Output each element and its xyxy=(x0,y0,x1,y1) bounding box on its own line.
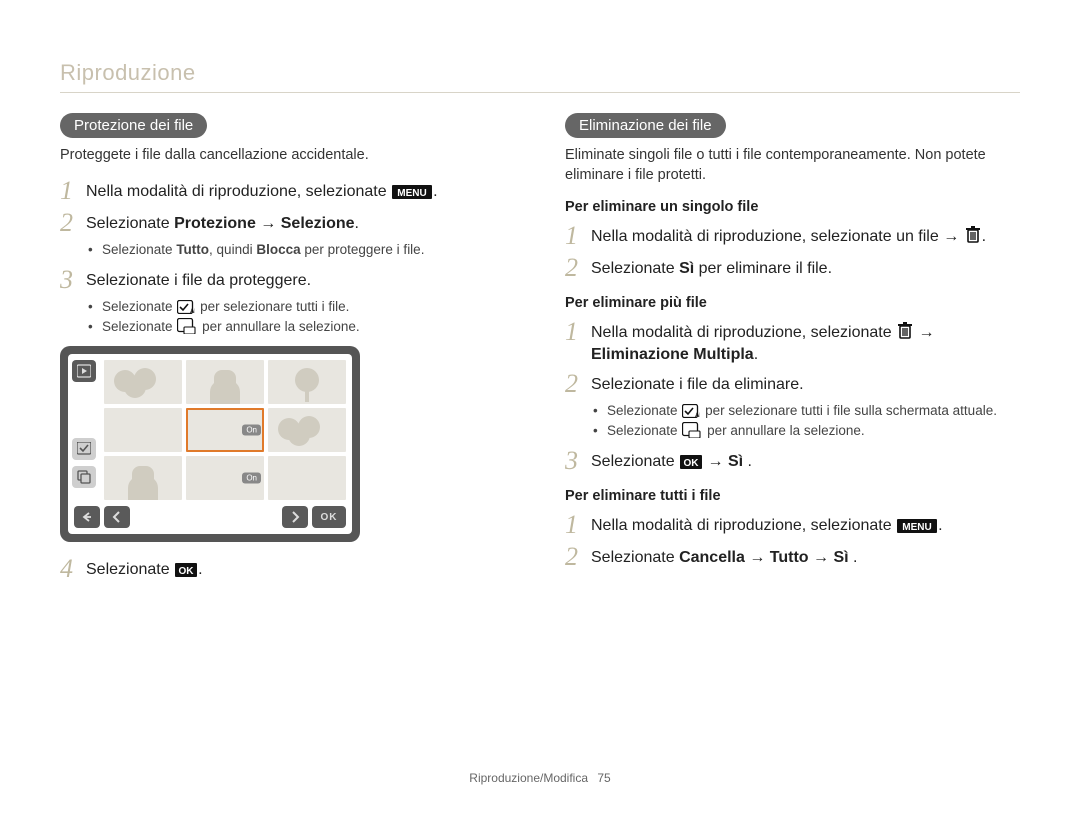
step-text: Selezionate Cancella → Tutto → Sì . xyxy=(591,544,1020,570)
step-number: 2 xyxy=(565,255,591,281)
content-columns: Protezione dei file Proteggete i file da… xyxy=(60,113,1020,586)
deselect-icon xyxy=(682,422,702,438)
heading-multi-file: Per eliminare più file xyxy=(565,295,1020,311)
pill-eliminazione: Eliminazione dei file xyxy=(565,113,726,138)
list-item: Selezionate per selezionare tutti i file… xyxy=(593,401,1020,421)
thumb-side-buttons xyxy=(72,360,96,488)
ok-icon xyxy=(175,563,197,577)
footer-section: Riproduzione/Modifica xyxy=(469,771,588,785)
list-item: Selezionate per selezionare tutti i file… xyxy=(88,297,515,317)
thumb-cell-selected: On xyxy=(186,408,264,452)
thumb-cell: On xyxy=(186,456,264,500)
steps-single: 1 Nella modalità di riproduzione, selezi… xyxy=(565,223,1020,281)
right-arrow-icon xyxy=(282,506,308,528)
deselect-icon xyxy=(72,466,96,488)
steps-protezione-cont: 3 Selezionate i file da proteggere. xyxy=(60,267,515,293)
sub-bullets: Selezionate Tutto, quindi Blocca per pro… xyxy=(60,240,515,260)
thumb-bottom-bar: OK xyxy=(74,506,346,528)
pill-protezione: Protezione dei file xyxy=(60,113,207,138)
header-divider xyxy=(60,92,1020,93)
step-number: 1 xyxy=(60,178,86,204)
step-text: Selezionate i file da proteggere. xyxy=(86,267,515,293)
steps-multi: 1 Nella modalità di riproduzione, selezi… xyxy=(565,319,1020,397)
list-item: 3 Selezionate i file da proteggere. xyxy=(60,267,515,293)
page-number: 75 xyxy=(597,771,610,785)
footer: Riproduzione/Modifica 75 xyxy=(0,771,1080,785)
step-number: 1 xyxy=(565,512,591,538)
thumb-cell xyxy=(268,360,346,404)
list-item: 2 Selezionate Sì per eliminare il file. xyxy=(565,255,1020,281)
list-item: 2 Selezionate Cancella → Tutto → Sì . xyxy=(565,544,1020,570)
menu-icon xyxy=(392,185,432,199)
steps-protezione-end: 4 Selezionate . xyxy=(60,556,515,582)
list-item: Selezionate per annullare la selezione. xyxy=(593,421,1020,441)
trash-icon xyxy=(897,322,913,340)
list-item: Selezionate per annullare la selezione. xyxy=(88,317,515,337)
steps-protezione: 1 Nella modalità di riproduzione, selezi… xyxy=(60,178,515,236)
list-item: 1 Nella modalità di riproduzione, selezi… xyxy=(565,512,1020,538)
step-number: 2 xyxy=(565,371,591,397)
thumb-grid: On On xyxy=(104,360,346,500)
thumb-cell xyxy=(104,456,182,500)
thumb-cell xyxy=(104,360,182,404)
left-arrow-icon xyxy=(104,506,130,528)
step-text: Nella modalità di riproduzione, selezion… xyxy=(86,178,515,204)
step-number: 2 xyxy=(565,544,591,570)
step-number: 1 xyxy=(565,223,591,249)
select-all-icon xyxy=(177,300,195,314)
back-icon xyxy=(74,506,100,528)
thumb-cell xyxy=(268,456,346,500)
col-right: Eliminazione dei file Eliminate singoli … xyxy=(565,113,1020,586)
list-item: Selezionate Tutto, quindi Blocca per pro… xyxy=(88,240,515,260)
list-item: 2 Selezionate Protezione → Selezione. xyxy=(60,210,515,236)
menu-icon xyxy=(897,519,937,533)
col-left: Protezione dei file Proteggete i file da… xyxy=(60,113,515,586)
select-all-icon xyxy=(682,404,700,418)
sub-bullets: Selezionate per selezionare tutti i file… xyxy=(60,297,515,336)
intro-protezione: Proteggete i file dalla cancellazione ac… xyxy=(60,146,515,166)
step-number: 2 xyxy=(60,210,86,236)
select-all-icon xyxy=(72,438,96,460)
step-number: 1 xyxy=(565,319,591,365)
step-text: Selezionate . xyxy=(86,556,515,582)
list-item: 1 Nella modalità di riproduzione, selezi… xyxy=(565,223,1020,249)
step-number: 3 xyxy=(60,267,86,293)
step-text: Selezionate → Sì . xyxy=(591,448,1020,474)
heading-single-file: Per eliminare un singolo file xyxy=(565,199,1020,215)
step-text: Nella modalità di riproduzione, selezion… xyxy=(591,512,1020,538)
manual-page: Riproduzione Protezione dei file Protegg… xyxy=(0,0,1080,815)
thumb-cell xyxy=(186,360,264,404)
step-number: 4 xyxy=(60,556,86,582)
deselect-icon xyxy=(177,318,197,334)
step-text: Nella modalità di riproduzione, selezion… xyxy=(591,223,1020,249)
list-item: 1 Nella modalità di riproduzione, selezi… xyxy=(565,319,1020,365)
step-text: Nella modalità di riproduzione, selezion… xyxy=(591,319,1020,365)
ok-icon: OK xyxy=(312,506,346,528)
list-item: 4 Selezionate . xyxy=(60,556,515,582)
step-text: Selezionate Protezione → Selezione. xyxy=(86,210,515,236)
sub-bullets: Selezionate per selezionare tutti i file… xyxy=(565,401,1020,440)
step-text: Selezionate i file da eliminare. xyxy=(591,371,1020,397)
step-number: 3 xyxy=(565,448,591,474)
step-text: Selezionate Sì per eliminare il file. xyxy=(591,255,1020,281)
play-icon xyxy=(72,360,96,382)
list-item: 3 Selezionate → Sì . xyxy=(565,448,1020,474)
thumbnail-illustration: On On OK xyxy=(60,346,360,542)
list-item: 2 Selezionate i file da eliminare. xyxy=(565,371,1020,397)
steps-all: 1 Nella modalità di riproduzione, selezi… xyxy=(565,512,1020,570)
heading-all-files: Per eliminare tutti i file xyxy=(565,488,1020,504)
trash-icon xyxy=(965,226,981,244)
thumb-cell xyxy=(104,408,182,452)
thumb-cell xyxy=(268,408,346,452)
page-title: Riproduzione xyxy=(60,60,1020,86)
ok-icon xyxy=(680,455,702,469)
list-item: 1 Nella modalità di riproduzione, selezi… xyxy=(60,178,515,204)
intro-eliminazione: Eliminate singoli file o tutti i file co… xyxy=(565,146,1020,185)
steps-multi-end: 3 Selezionate → Sì . xyxy=(565,448,1020,474)
